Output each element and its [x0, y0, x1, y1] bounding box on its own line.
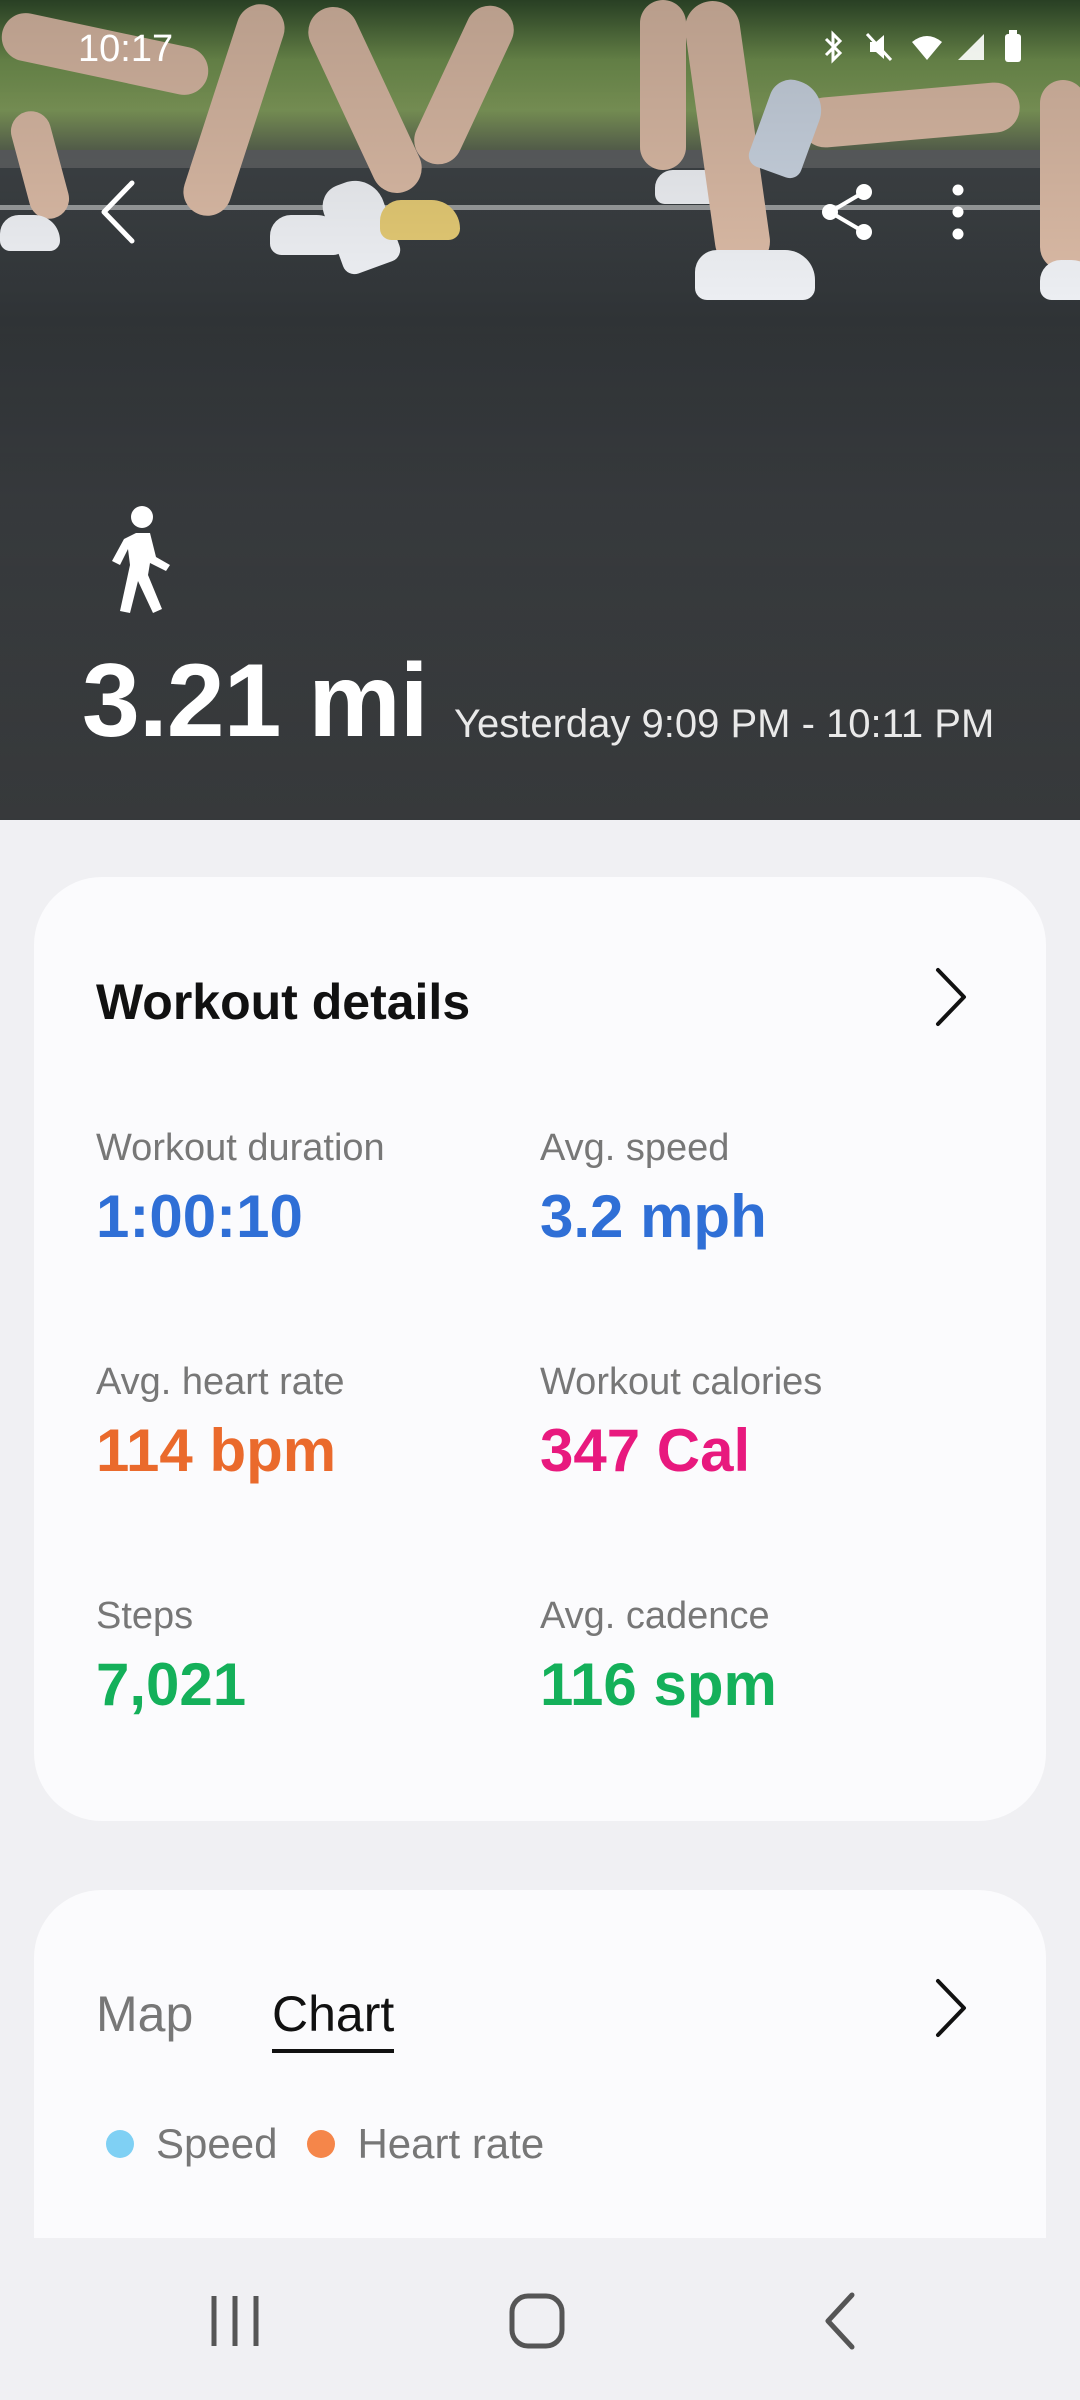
more-vert-icon — [950, 182, 966, 247]
navigation-bar — [0, 2238, 1080, 2400]
metric-value: 347 Cal — [540, 1417, 751, 1484]
home-button[interactable] — [477, 2278, 597, 2368]
wifi-icon — [910, 30, 942, 64]
status-bar: 10:17 — [0, 0, 1080, 96]
legend-label: Speed — [156, 2120, 278, 2167]
chevron-right-icon — [932, 1977, 968, 2044]
metric-calories: Workout calories 347 Cal — [540, 1361, 822, 1485]
map-chart-chevron[interactable] — [914, 1974, 986, 2046]
metric-avg-cadence: Avg. cadence 116 spm — [540, 1595, 777, 1719]
share-icon — [818, 182, 878, 247]
status-time: 10:17 — [78, 28, 174, 70]
nav-back-icon — [822, 2291, 858, 2356]
card-title: Workout details — [96, 974, 471, 1030]
metric-label: Avg. heart rate — [96, 1361, 345, 1403]
mute-icon — [864, 30, 894, 64]
home-icon — [508, 2292, 566, 2355]
walking-icon — [100, 505, 180, 615]
workout-details-card[interactable]: Workout details Workout duration 1:00:10… — [34, 877, 1046, 1821]
metric-value: 1:00:10 — [96, 1183, 303, 1250]
metric-value: 3.2 mph — [540, 1183, 767, 1250]
metric-value: 7,021 — [96, 1651, 247, 1718]
heart-rate-dot-icon — [307, 2130, 336, 2158]
metric-label: Avg. cadence — [540, 1595, 770, 1637]
metric-label: Steps — [96, 1595, 194, 1637]
tab-chart[interactable]: Chart — [272, 1985, 395, 2053]
share-button[interactable] — [800, 166, 896, 262]
battery-icon — [1002, 30, 1032, 64]
metric-label: Avg. speed — [540, 1127, 730, 1169]
metric-avg-heart-rate: Avg. heart rate 114 bpm — [96, 1361, 345, 1485]
metric-value: 116 spm — [540, 1651, 777, 1718]
metric-avg-speed: Avg. speed 3.2 mph — [540, 1127, 767, 1251]
metric-label: Workout calories — [540, 1361, 823, 1403]
tab-map[interactable]: Map — [96, 1985, 193, 2043]
metric-value: 114 bpm — [96, 1417, 337, 1484]
back-arrow-icon — [96, 177, 140, 252]
metric-label: Workout duration — [96, 1127, 385, 1169]
metric-steps: Steps 7,021 — [96, 1595, 246, 1719]
recents-button[interactable] — [175, 2278, 295, 2368]
legend-label: Heart rate — [357, 2120, 545, 2167]
speed-dot-icon — [106, 2130, 134, 2158]
distance-value: 3.21 mi — [82, 643, 429, 759]
metric-duration: Workout duration 1:00:10 — [96, 1127, 385, 1251]
workout-details-chevron[interactable] — [914, 963, 986, 1035]
system-back-button[interactable] — [780, 2278, 900, 2368]
recents-icon — [208, 2294, 262, 2353]
back-button[interactable] — [70, 166, 166, 262]
signal-icon — [956, 30, 986, 64]
chevron-right-icon — [932, 966, 968, 1033]
legend-item-heart-rate: Heart rate — [307, 2120, 544, 2168]
chart-legend: Speed Heart rate — [106, 2120, 574, 2168]
status-icons — [818, 30, 1032, 64]
workout-time-range: Yesterday 9:09 PM - 10:11 PM — [454, 702, 995, 746]
more-options-button[interactable] — [910, 166, 1006, 262]
legend-item-speed: Speed — [106, 2120, 277, 2168]
bluetooth-icon — [818, 30, 848, 64]
